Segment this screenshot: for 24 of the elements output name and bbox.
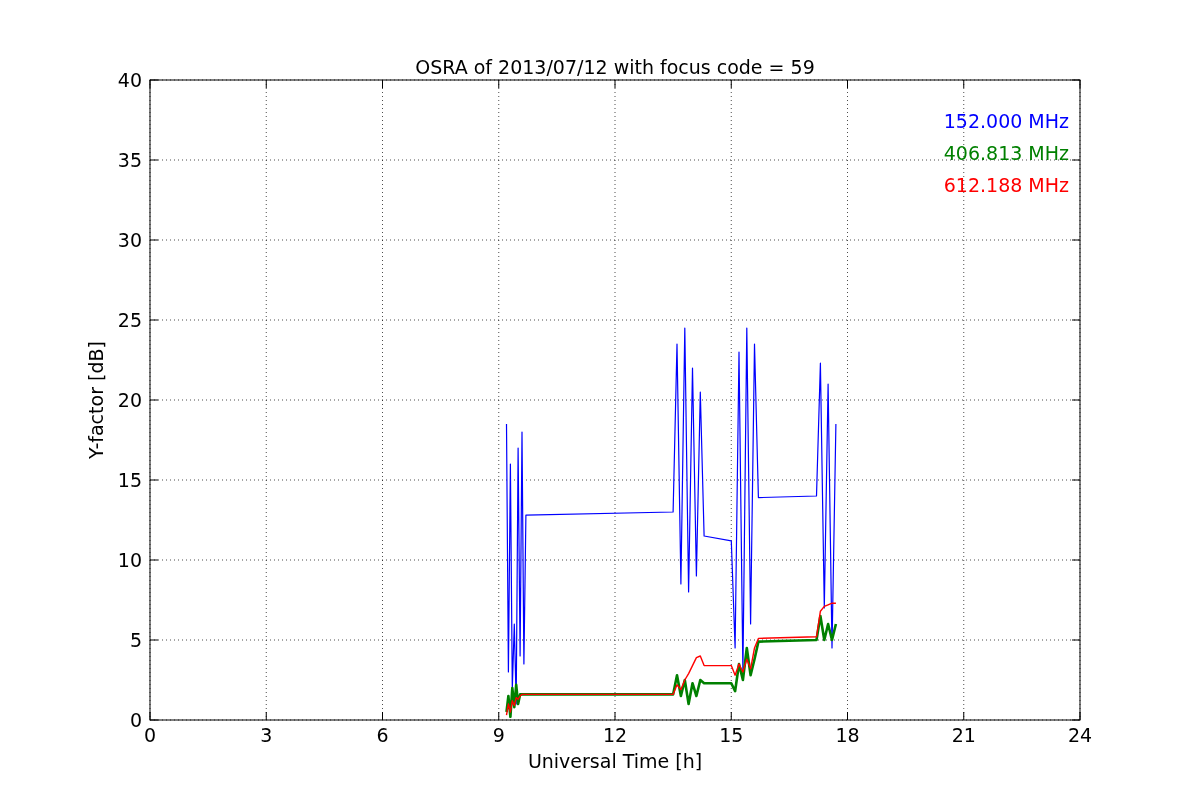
y-tick-label: 15: [117, 469, 142, 491]
x-tick-label: 24: [1067, 724, 1093, 746]
x-tick-label: 3: [260, 724, 273, 746]
y-tick-label: 25: [117, 309, 142, 331]
y-axis-label: Y-factor [dB]: [85, 341, 107, 459]
y-tick-label: 40: [117, 69, 142, 91]
x-tick-label: 12: [602, 724, 628, 746]
legend-label: 152.000 MHz: [943, 110, 1069, 132]
y-tick-label: 35: [117, 149, 142, 171]
y-tick-label: 30: [117, 229, 142, 251]
y-tick-label: 20: [117, 389, 142, 411]
y-tick-label: 10: [117, 549, 142, 571]
legend-label: 406.813 MHz: [943, 142, 1069, 164]
x-axis-label: Universal Time [h]: [527, 750, 703, 772]
x-tick-label: 0: [143, 724, 157, 746]
x-tick-label: 21: [951, 724, 976, 746]
y-tick-label: 0: [129, 709, 142, 731]
x-tick-label: 15: [719, 724, 744, 746]
x-tick-label: 6: [376, 724, 389, 746]
x-tick-label: 9: [492, 724, 505, 746]
chart-title: OSRA of 2013/07/12 with focus code = 59: [415, 56, 815, 78]
legend-label: 612.188 MHz: [943, 174, 1069, 196]
y-tick-label: 5: [129, 629, 142, 651]
x-tick-label: 18: [835, 724, 860, 746]
